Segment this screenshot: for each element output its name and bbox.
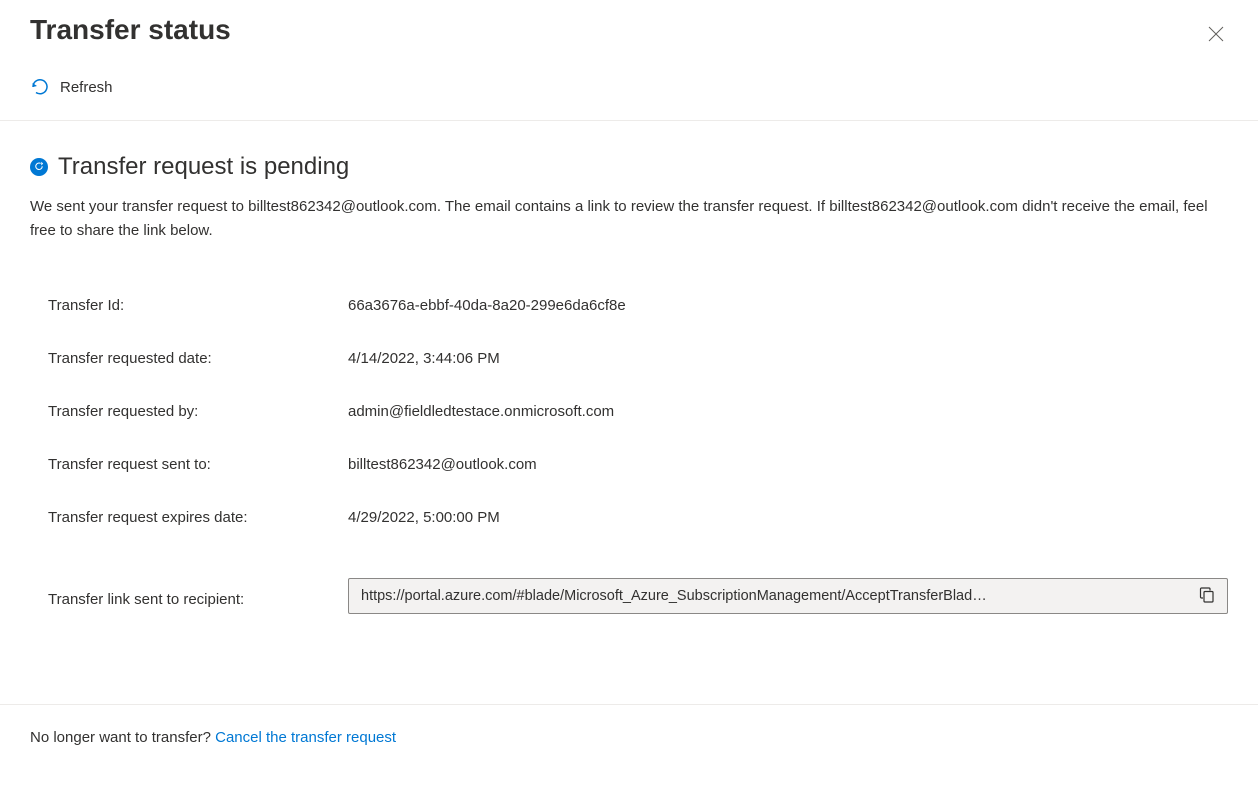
copy-link-button[interactable] — [1197, 585, 1217, 608]
cancel-transfer-link[interactable]: Cancel the transfer request — [215, 729, 396, 746]
detail-label: Transfer request expires date: — [48, 509, 348, 526]
footer-text: No longer want to transfer? — [30, 729, 215, 746]
detail-value: 66a3676a-ebbf-40da-8a20-299e6da6cf8e — [348, 297, 626, 314]
status-title: Transfer request is pending — [58, 153, 349, 181]
detail-value: 4/29/2022, 5:00:00 PM — [348, 509, 500, 526]
transfer-link-field-wrap — [348, 578, 1228, 614]
detail-label: Transfer link sent to recipient: — [48, 585, 348, 608]
refresh-label: Refresh — [60, 79, 113, 96]
pending-status-icon — [30, 158, 48, 176]
page-title: Transfer status — [30, 14, 231, 46]
detail-row-transfer-id: Transfer Id: 66a3676a-ebbf-40da-8a20-299… — [48, 279, 1228, 332]
transfer-link-input[interactable] — [361, 588, 1189, 604]
close-button[interactable] — [1204, 22, 1228, 49]
detail-value: billtest862342@outlook.com — [348, 456, 537, 473]
detail-value: 4/14/2022, 3:44:06 PM — [348, 350, 500, 367]
detail-row-transfer-link: Transfer link sent to recipient: — [48, 544, 1228, 632]
close-icon — [1208, 26, 1224, 42]
copy-icon — [1199, 587, 1215, 603]
detail-row-requested-by: Transfer requested by: admin@fieldledtes… — [48, 385, 1228, 438]
detail-label: Transfer requested date: — [48, 350, 348, 367]
detail-row-expires-date: Transfer request expires date: 4/29/2022… — [48, 491, 1228, 544]
detail-row-requested-date: Transfer requested date: 4/14/2022, 3:44… — [48, 332, 1228, 385]
detail-label: Transfer request sent to: — [48, 456, 348, 473]
refresh-button[interactable]: Refresh — [30, 77, 113, 97]
refresh-icon — [30, 77, 50, 97]
detail-label: Transfer requested by: — [48, 403, 348, 420]
detail-label: Transfer Id: — [48, 297, 348, 314]
detail-value: admin@fieldledtestace.onmicrosoft.com — [348, 403, 614, 420]
status-description: We sent your transfer request to billtes… — [30, 195, 1228, 243]
detail-row-sent-to: Transfer request sent to: billtest862342… — [48, 438, 1228, 491]
